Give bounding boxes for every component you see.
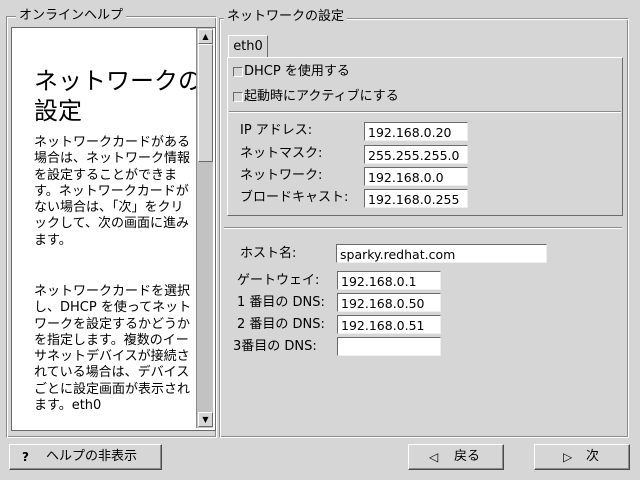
next-button[interactable]: ▷ 次: [534, 444, 630, 470]
dns3-label: 3番目の DNS:: [233, 339, 317, 354]
dhcp-label[interactable]: DHCP を使用する: [244, 64, 350, 80]
ip-address-field[interactable]: 192.168.0.20: [364, 122, 468, 141]
scroll-down-arrow-icon[interactable]: ▼: [198, 412, 213, 427]
broadcast-label: ブロードキャスト:: [240, 190, 349, 205]
hostname-label: ホスト名:: [240, 246, 297, 261]
activate-on-boot-label[interactable]: 起動時にアクティブにする: [244, 89, 399, 105]
network-label: ネットワーク:: [240, 168, 323, 183]
gateway-label: ゲートウェイ:: [237, 273, 320, 288]
dns2-field[interactable]: 192.168.0.51: [337, 315, 441, 334]
dns2-label: 2 番目の DNS:: [237, 317, 325, 332]
scroll-thumb[interactable]: [198, 44, 213, 162]
question-mark-icon: ?: [22, 450, 29, 464]
gateway-field[interactable]: 192.168.0.1: [337, 271, 441, 290]
back-button[interactable]: ◁ 戻る: [408, 444, 504, 470]
network-frame-title: ネットワークの設定: [224, 10, 348, 24]
next-label: 次: [586, 449, 600, 464]
netmask-field[interactable]: 255.255.255.0: [364, 145, 468, 164]
dns1-label: 1 番目の DNS:: [237, 295, 325, 310]
scroll-up-arrow-icon[interactable]: ▲: [198, 29, 213, 44]
help-paragraph: ネットワークカードがある場合は、ネットワーク情報を設定することができます。ネット…: [34, 135, 191, 248]
dns3-field[interactable]: [337, 337, 441, 356]
help-scrollbar[interactable]: ▲ ▼: [196, 28, 213, 428]
dns1-field[interactable]: 192.168.0.50: [337, 293, 441, 312]
left-triangle-icon: ◁: [429, 450, 439, 464]
hostname-field[interactable]: sparky.redhat.com: [336, 244, 547, 263]
netmask-label: ネットマスク:: [240, 146, 323, 161]
help-frame-title: オンラインヘルプ: [16, 9, 127, 23]
help-paragraph: ネットワークカードを選択し、DHCP を使ってネットワークを設定するかどうかを指…: [34, 284, 192, 414]
broadcast-field[interactable]: 192.168.0.255: [364, 189, 468, 208]
tab-eth0[interactable]: eth0: [228, 35, 268, 58]
right-triangle-icon: ▷: [563, 450, 573, 464]
activate-on-boot-checkbox[interactable]: [233, 92, 243, 102]
network-field[interactable]: 192.168.0.0: [364, 167, 468, 186]
section-divider: [224, 227, 622, 229]
ip-address-label: IP アドレス:: [240, 123, 313, 138]
help-content-pane[interactable]: ネットワークの設定 ネットワークカードがある場合は、ネットワーク情報を設定するこ…: [11, 27, 216, 431]
help-title: ネットワークの設定: [34, 67, 202, 125]
hide-help-label: ヘルプの非表示: [46, 449, 138, 464]
dhcp-checkbox[interactable]: [233, 67, 243, 77]
back-label: 戻る: [454, 449, 481, 464]
divider: [229, 111, 621, 113]
hide-help-button[interactable]: ? ヘルプの非表示: [9, 444, 162, 470]
